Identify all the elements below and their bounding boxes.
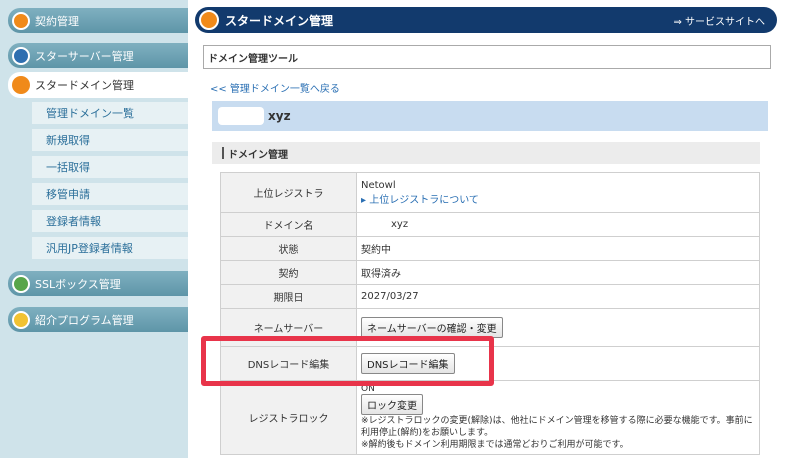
sidebar-item-new[interactable]: 新規取得: [32, 129, 188, 151]
sidebar-sub-label: 移管申請: [46, 188, 90, 201]
table-row: 契約 取得済み: [220, 260, 760, 285]
sidebar-ssl-label: SSLボックス管理: [35, 277, 121, 291]
lock-note-1: ※レジストラロックの変更(解除)は、他社にドメイン管理を移管する際に必要な機能で…: [361, 416, 753, 438]
sidebar-item-jp-registrant[interactable]: 汎用JP登録者情報: [32, 237, 188, 259]
ssl-icon: [12, 274, 30, 293]
sidebar-contract-label: 契約管理: [35, 14, 79, 28]
nameserver-change-button[interactable]: ネームサーバーの確認・変更: [361, 317, 503, 338]
sidebar-item-bulk[interactable]: 一括取得: [32, 156, 188, 178]
sidebar-item-transfer[interactable]: 移管申請: [32, 183, 188, 205]
lock-change-button[interactable]: ロック変更: [361, 394, 423, 415]
dns-record-label: DNSレコード編集: [220, 346, 357, 381]
dns-record-edit-button[interactable]: DNSレコード編集: [361, 353, 455, 374]
table-row: ネームサーバー ネームサーバーの確認・変更: [220, 308, 760, 347]
lock-status: ON: [361, 384, 375, 394]
star-server-icon: [12, 46, 30, 65]
sidebar-sub-label: 一括取得: [46, 161, 90, 174]
registrar-cell: Netowl ▸ 上位レジストラについて: [356, 172, 760, 213]
nameserver-label: ネームサーバー: [220, 308, 357, 347]
header-bar: スタードメイン管理 ⇒ サービスサイトへ: [195, 7, 777, 33]
back-to-domain-list-link[interactable]: << 管理ドメイン一覧へ戻る: [210, 80, 340, 95]
domain-info-table: 上位レジストラ Netowl ▸ 上位レジストラについて ドメイン名 xyz 状…: [220, 172, 760, 455]
sidebar-sub-label: 管理ドメイン一覧: [46, 107, 134, 120]
sidebar-sub-label: 新規取得: [46, 134, 90, 147]
registrar-value: Netowl: [361, 179, 396, 191]
sidebar-ssl[interactable]: SSLボックス管理: [8, 271, 188, 296]
nameserver-cell: ネームサーバーの確認・変更: [356, 308, 760, 347]
expiry-value: 2027/03/27: [356, 284, 760, 309]
sidebar-star-server[interactable]: スターサーバー管理: [8, 43, 188, 68]
status-label: 状態: [220, 236, 357, 261]
tool-title: ドメイン管理ツール: [208, 53, 298, 65]
page-title: スタードメイン管理: [225, 13, 334, 28]
domain-name-bar: xyz: [212, 101, 768, 131]
expiry-label: 期限日: [220, 284, 357, 309]
contract-value: 取得済み: [356, 260, 760, 285]
dns-record-cell: DNSレコード編集: [356, 346, 760, 381]
registrar-lock-cell: ON ロック変更 ※レジストラロックの変更(解除)は、他社にドメイン管理を移管す…: [356, 380, 760, 455]
star-domain-icon: [12, 76, 30, 94]
sidebar-item-domain-list[interactable]: 管理ドメイン一覧: [32, 102, 188, 124]
sidebar: 契約管理 スターサーバー管理 スタードメイン管理 管理ドメイン一覧 新規取得 一…: [0, 0, 188, 458]
registrar-label: 上位レジストラ: [220, 172, 357, 213]
lock-note-2: ※解約後もドメイン利用期限までは通常どおりご利用が可能です。: [361, 440, 629, 450]
domain-value: xyz: [391, 219, 409, 230]
sidebar-sub-label: 登録者情報: [46, 215, 101, 228]
domain-suffix: xyz: [268, 109, 291, 123]
sidebar-sub-label: 汎用JP登録者情報: [46, 242, 133, 255]
star-domain-logo-icon: [199, 10, 219, 30]
sidebar-star-domain[interactable]: スタードメイン管理: [8, 72, 188, 98]
table-row: 期限日 2027/03/27: [220, 284, 760, 309]
tool-title-box: ドメイン管理ツール: [203, 45, 771, 69]
domain-cell: xyz: [356, 212, 760, 237]
status-value: 契約中: [356, 236, 760, 261]
table-row: レジストラロック ON ロック変更 ※レジストラロックの変更(解除)は、他社にド…: [220, 380, 760, 455]
contract-icon: [12, 11, 30, 30]
contract-label: 契約: [220, 260, 357, 285]
domain-label: ドメイン名: [220, 212, 357, 237]
sidebar-affiliate[interactable]: 紹介プログラム管理: [8, 307, 188, 332]
table-row: 上位レジストラ Netowl ▸ 上位レジストラについて: [220, 172, 760, 213]
registrar-info-link[interactable]: ▸ 上位レジストラについて: [361, 191, 759, 206]
section-bar-icon: [222, 147, 224, 159]
table-row: DNSレコード編集 DNSレコード編集: [220, 346, 760, 381]
service-site-link[interactable]: ⇒ サービスサイトへ: [673, 13, 765, 28]
registrar-lock-label: レジストラロック: [220, 380, 357, 455]
sidebar-contract[interactable]: 契約管理: [8, 8, 188, 33]
affiliate-icon: [12, 310, 30, 329]
sidebar-item-registrant[interactable]: 登録者情報: [32, 210, 188, 232]
sidebar-star-server-label: スターサーバー管理: [35, 49, 134, 63]
section-title: ドメイン管理: [228, 149, 288, 161]
redacted-domain-mask: [218, 107, 264, 125]
sidebar-affiliate-label: 紹介プログラム管理: [35, 313, 134, 327]
table-row: ドメイン名 xyz: [220, 212, 760, 237]
sidebar-star-domain-label: スタードメイン管理: [35, 79, 134, 92]
section-heading: ドメイン管理: [212, 142, 760, 164]
table-row: 状態 契約中: [220, 236, 760, 261]
